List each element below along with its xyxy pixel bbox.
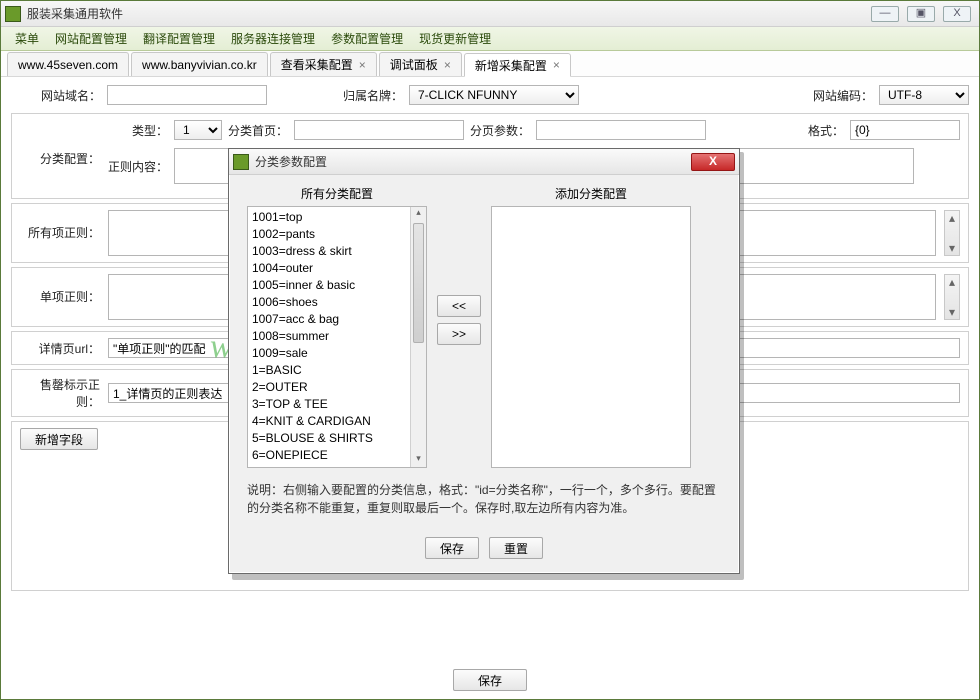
window-title: 服装采集通用软件: [27, 5, 871, 22]
tab[interactable]: www.banyvivian.co.kr: [131, 52, 268, 76]
list-item[interactable]: 1001=top: [252, 209, 422, 226]
list-item[interactable]: 5=BLOUSE & SHIRTS: [252, 430, 422, 447]
cat-first-label: 分类首页：: [228, 122, 288, 139]
scrollbar[interactable]: ▴ ▾: [410, 207, 426, 467]
menu-item[interactable]: 现货更新管理: [411, 30, 499, 47]
cat-cfg-label: 分类配置：: [20, 120, 100, 167]
move-left-button[interactable]: <<: [437, 295, 481, 317]
all-categories-list[interactable]: 1001=top1002=pants1003=dress & skirt1004…: [247, 206, 427, 468]
menu-item[interactable]: 翻译配置管理: [135, 30, 223, 47]
list-item[interactable]: 1009=sale: [252, 345, 422, 362]
footer: 保存: [1, 669, 979, 691]
left-list-header: 所有分类配置: [247, 185, 427, 202]
minimize-button[interactable]: —: [871, 6, 899, 22]
brand-label: 归属名牌：: [273, 87, 403, 104]
format-input[interactable]: [850, 120, 960, 140]
add-field-button[interactable]: 新增字段: [20, 428, 98, 450]
window-controls: — ▣ X: [871, 6, 971, 22]
encoding-select[interactable]: UTF-8: [879, 85, 969, 105]
soldout-label: 售罄标示正则：: [20, 376, 100, 410]
close-button[interactable]: X: [943, 6, 971, 22]
tab[interactable]: www.45seven.com: [7, 52, 129, 76]
scroll-down-icon[interactable]: ▾: [411, 453, 426, 467]
scroll-up-icon[interactable]: ▴: [411, 207, 426, 221]
list-item[interactable]: 1002=pants: [252, 226, 422, 243]
add-categories-input[interactable]: [491, 206, 691, 468]
dialog-explain: 说明：右侧输入要配置的分类信息，格式："id=分类名称"，一行一个，多个多行。要…: [247, 481, 721, 517]
site-input[interactable]: [107, 85, 267, 105]
encoding-label: 网站编码：: [813, 87, 873, 104]
close-tab-icon[interactable]: ×: [444, 58, 451, 72]
list-item[interactable]: 1006=shoes: [252, 294, 422, 311]
list-item[interactable]: 1=BASIC: [252, 362, 422, 379]
all-item-regex-label: 所有项正则：: [20, 210, 100, 241]
tab[interactable]: 调试面板 ×: [379, 52, 462, 76]
list-item[interactable]: 1004=outer: [252, 260, 422, 277]
titlebar: 服装采集通用软件 — ▣ X: [1, 1, 979, 27]
list-item[interactable]: 2=OUTER: [252, 379, 422, 396]
dialog-title: 分类参数配置: [255, 153, 691, 170]
menu-item[interactable]: 网站配置管理: [47, 30, 135, 47]
dialog-close-button[interactable]: X: [691, 153, 735, 171]
tab-label: 查看采集配置: [281, 56, 353, 73]
app-icon: [5, 6, 21, 22]
brand-select[interactable]: 7-CLICK NFUNNY: [409, 85, 579, 105]
dialog-reset-button[interactable]: 重置: [489, 537, 543, 559]
tab-label: www.banyvivian.co.kr: [142, 58, 257, 72]
list-item[interactable]: 1005=inner & basic: [252, 277, 422, 294]
menu-item[interactable]: 服务器连接管理: [223, 30, 323, 47]
scroll-indicator[interactable]: ▴▾: [944, 210, 960, 256]
list-item[interactable]: 1003=dress & skirt: [252, 243, 422, 260]
list-item[interactable]: 3=TOP & TEE: [252, 396, 422, 413]
close-tab-icon[interactable]: ×: [553, 58, 560, 72]
dialog-titlebar: 分类参数配置 X: [229, 149, 739, 175]
scroll-indicator[interactable]: ▴▾: [944, 274, 960, 320]
type-select[interactable]: 1: [174, 120, 222, 140]
cat-first-input[interactable]: [294, 120, 464, 140]
list-item[interactable]: 7=SKIRTS & PANTS: [252, 464, 422, 468]
detail-url-label: 详情页url：: [20, 340, 100, 357]
regex-content-label: 正则内容：: [108, 158, 168, 175]
type-label: 类型：: [108, 122, 168, 139]
dialog-save-button[interactable]: 保存: [425, 537, 479, 559]
category-param-dialog: 分类参数配置 X 所有分类配置 1001=top1002=pants1003=d…: [228, 148, 740, 574]
tab-active[interactable]: 新增采集配置 ×: [464, 53, 571, 77]
site-label: 网站域名：: [11, 87, 101, 104]
maximize-button[interactable]: ▣: [907, 6, 935, 22]
right-list-header: 添加分类配置: [491, 185, 691, 202]
list-item[interactable]: 4=KNIT & CARDIGAN: [252, 413, 422, 430]
move-right-button[interactable]: >>: [437, 323, 481, 345]
menubar: 菜单 网站配置管理 翻译配置管理 服务器连接管理 参数配置管理 现货更新管理: [1, 27, 979, 51]
list-item[interactable]: 1008=summer: [252, 328, 422, 345]
scroll-thumb[interactable]: [413, 223, 424, 343]
menu-item[interactable]: 菜单: [7, 30, 47, 47]
save-button[interactable]: 保存: [453, 669, 527, 691]
single-item-regex-label: 单项正则：: [20, 274, 100, 305]
tab-label: www.45seven.com: [18, 58, 118, 72]
format-label: 格式：: [808, 122, 844, 139]
list-item[interactable]: 6=ONEPIECE: [252, 447, 422, 464]
list-item[interactable]: 1007=acc & bag: [252, 311, 422, 328]
page-param-label: 分页参数：: [470, 122, 530, 139]
close-tab-icon[interactable]: ×: [359, 58, 366, 72]
dialog-icon: [233, 154, 249, 170]
tab-label: 调试面板: [390, 56, 438, 73]
tab[interactable]: 查看采集配置 ×: [270, 52, 377, 76]
tab-label: 新增采集配置: [475, 57, 547, 74]
page-param-input[interactable]: [536, 120, 706, 140]
menu-item[interactable]: 参数配置管理: [323, 30, 411, 47]
tabstrip: www.45seven.com www.banyvivian.co.kr 查看采…: [1, 51, 979, 77]
